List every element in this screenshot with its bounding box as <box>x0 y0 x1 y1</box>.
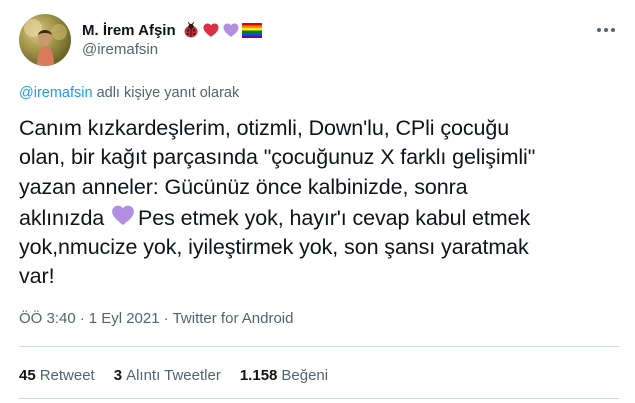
quotes-stat[interactable]: 3 Alıntı Tweetler <box>114 367 221 384</box>
meta-separator: · <box>163 310 169 327</box>
ladybug-icon <box>184 22 198 38</box>
red-heart-icon <box>203 23 219 37</box>
quotes-count: 3 <box>113 367 123 384</box>
tweet-line: aklınızda <box>19 205 105 230</box>
divider <box>19 346 619 347</box>
quotes-label: Alıntı Tweetler <box>126 367 221 384</box>
author-handle[interactable]: @iremafsin <box>82 41 158 58</box>
tweet-date[interactable]: 1 Eyl 2021 <box>89 310 160 327</box>
tweet-time[interactable]: ÖÖ 3:40 <box>19 310 76 327</box>
tweet-line: var! <box>19 264 55 289</box>
author-name-row[interactable]: M. İrem Afşin <box>82 19 262 41</box>
name-emojis <box>182 21 262 39</box>
tweet-line: yazan anneler: Gücünüz önce kalbinizde, … <box>19 174 468 199</box>
purple-heart-icon <box>223 23 239 37</box>
engagement-stats: 45 Retweet 3 Alıntı Tweetler 1.158 Beğeni <box>19 367 347 384</box>
purple-heart-icon <box>112 205 134 225</box>
avatar[interactable] <box>19 14 71 66</box>
retweets-label: Retweet <box>39 367 95 384</box>
reply-context-text: adlı kişiye yanıt olarak <box>92 85 240 101</box>
reply-mention-link[interactable]: @iremafsin <box>19 85 93 101</box>
retweets-count: 45 <box>19 367 36 384</box>
likes-stat[interactable]: 1.158 Beğeni <box>240 367 328 384</box>
tweet-card: M. İrem Afşin @iremafsin @iremafsin adlı… <box>0 0 635 403</box>
meta-separator: · <box>79 310 85 327</box>
tweet-source[interactable]: Twitter for Android <box>173 310 294 327</box>
tweet-line: Pes etmek yok, hayır'ı cevap kabul etmek <box>138 205 531 230</box>
likes-label: Beğeni <box>281 367 329 384</box>
tweet-line: Canım kızkardeşlerim, otizmli, Down'lu, … <box>19 116 510 140</box>
retweets-stat[interactable]: 45 Retweet <box>19 367 95 384</box>
tweet-line: olan, bir kağıt parçasında "çocuğunuz X … <box>19 145 536 170</box>
display-name[interactable]: M. İrem Afşin <box>82 22 176 39</box>
rainbow-flag-icon <box>241 22 262 38</box>
tweet-line: yok,nmucize yok, iyileştirmek yok, son ş… <box>19 235 529 260</box>
reply-context: @iremafsin adlı kişiye yanıt olarak <box>19 85 239 101</box>
tweet-text: Canım kızkardeşlerim, otizmli, Down'lu, … <box>19 114 624 292</box>
tweet-meta: ÖÖ 3:40 · 1 Eyl 2021 · Twitter for Android <box>19 310 293 327</box>
divider <box>19 398 619 399</box>
more-options-button[interactable] <box>594 22 618 38</box>
more-dots-icon <box>597 28 601 32</box>
likes-count: 1.158 <box>239 367 278 384</box>
tweet-line-with-icon: aklınızda Pes etmek yok, hayır'ı cevap k… <box>19 202 624 233</box>
